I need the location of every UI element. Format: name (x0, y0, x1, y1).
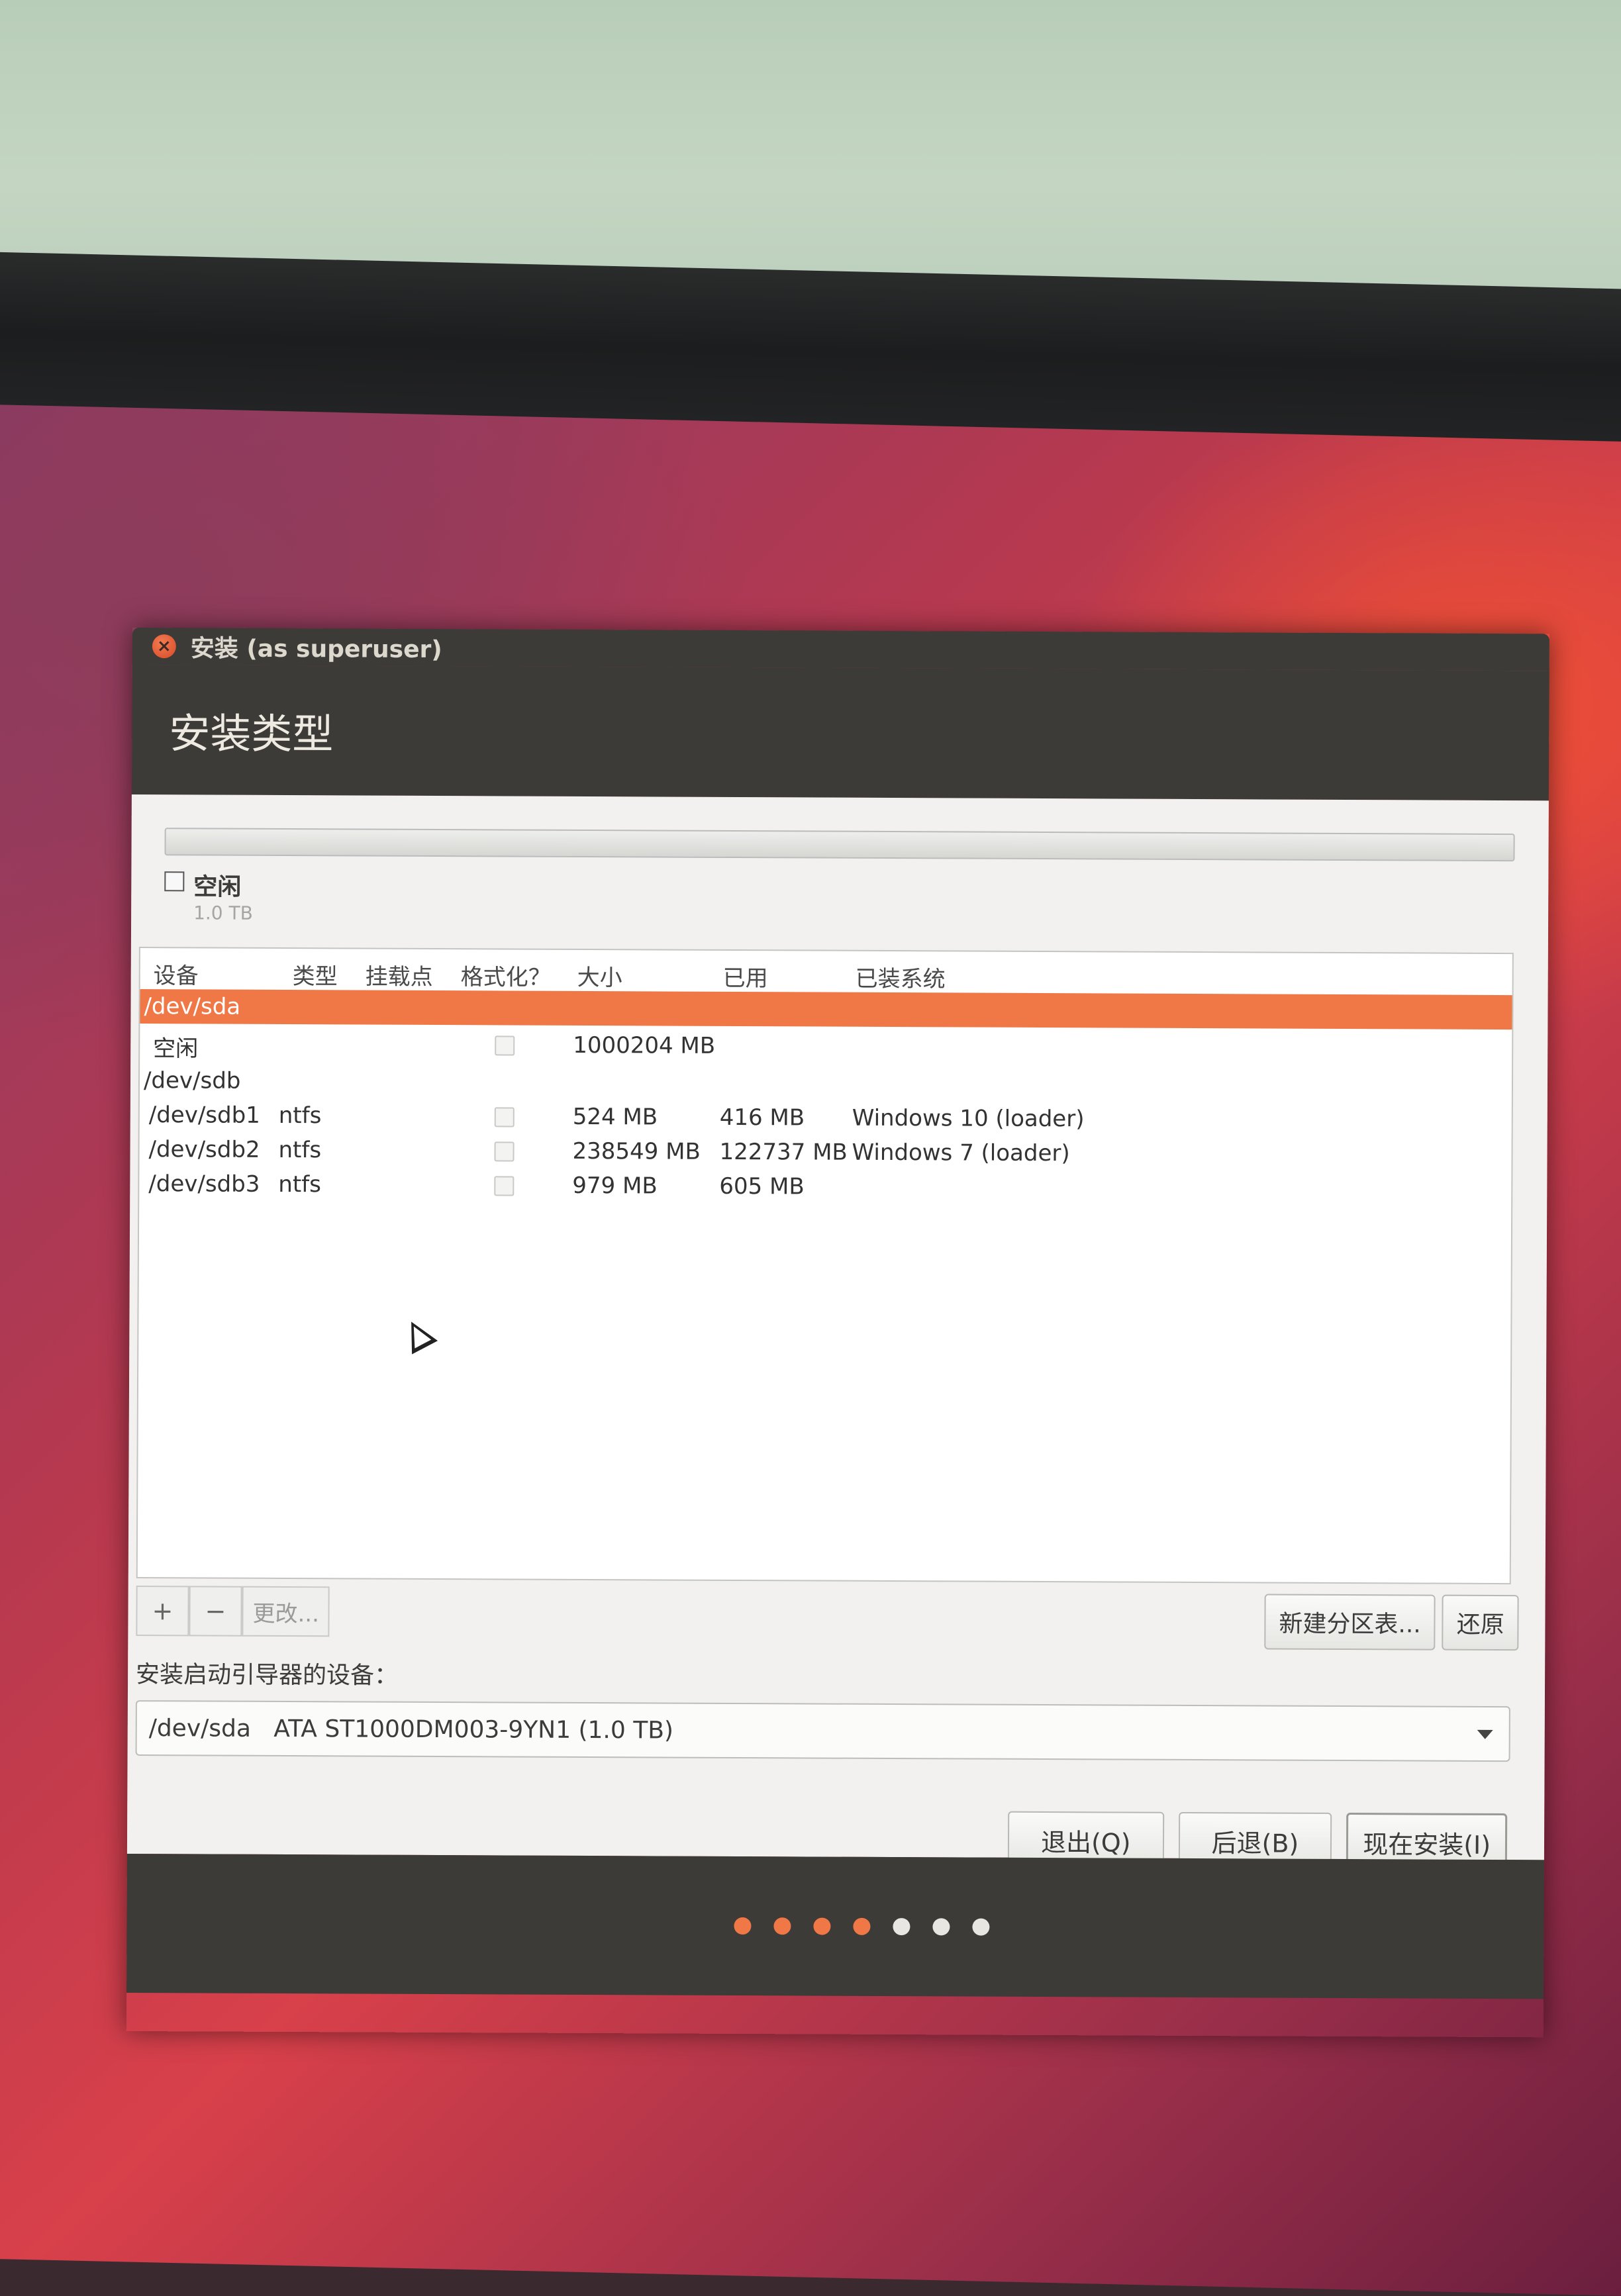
progress-dot-pending (893, 1918, 910, 1936)
column-header-size[interactable]: 大小 (577, 959, 622, 992)
column-header-device[interactable]: 设备 (154, 957, 199, 990)
chevron-down-icon (1477, 1729, 1493, 1739)
progress-dot-pending (932, 1918, 950, 1936)
column-header-system[interactable]: 已装系统 (856, 961, 946, 994)
cell-device: /dev/sdb2 (148, 1136, 260, 1163)
cell-type: ntfs (278, 1102, 322, 1129)
cell-size: 1000204 MB (573, 1031, 716, 1059)
installer-footer (126, 1853, 1544, 1999)
partition-bar (164, 828, 1515, 862)
cell-device: /dev/sdb1 (148, 1102, 260, 1129)
legend-swatch (164, 871, 185, 892)
table-row[interactable]: /dev/sdb (140, 1063, 1512, 1104)
cell-type: ntfs (278, 1171, 321, 1198)
cell-device: /dev/sdb (143, 1067, 241, 1094)
format-checkbox[interactable] (495, 1035, 515, 1056)
partition-table: 设备 类型 挂载点 格式化？ 大小 已用 已装系统 /dev/sda 空闲 1000… (136, 947, 1514, 1585)
legend-label: 空闲 (193, 873, 242, 901)
column-header-used[interactable]: 已用 (723, 960, 768, 992)
table-row[interactable]: /dev/sdb1 ntfs 524 MB 416 MB Windows 10 (loa… (140, 1098, 1512, 1138)
progress-dot-complete (773, 1917, 791, 1935)
cell-system: Windows 10 (loader) (852, 1104, 1085, 1133)
bootloader-device-select[interactable]: /dev/sda ATA ST1000DM003-9YN1 (1.0 TB) (135, 1700, 1510, 1762)
progress-dot-complete (813, 1917, 831, 1935)
table-row[interactable]: 空闲 1000204 MB (140, 1026, 1512, 1067)
page-title: 安装类型 (169, 709, 334, 759)
window-titlebar: × 安装 (as superuser) (132, 628, 1549, 671)
table-row[interactable]: /dev/sdb3 ntfs 979 MB 605 MB (139, 1167, 1511, 1207)
partition-table-actions: 新建分区表... 还原 (1264, 1594, 1520, 1651)
cell-type: ntfs (278, 1136, 322, 1164)
cell-system: Windows 7 (loader) (852, 1139, 1070, 1167)
main-content: 空闲 1.0 TB 设备 类型 挂载点 格式化？ 大小 已用 已装系统 /dev… (126, 794, 1549, 1872)
format-checkbox[interactable] (494, 1176, 515, 1196)
progress-dot-complete (853, 1917, 871, 1935)
table-row[interactable]: /dev/sdb2 ntfs 238549 MB 122737 MB Windows 7… (139, 1132, 1511, 1172)
format-checkbox[interactable] (494, 1107, 515, 1127)
column-header-type[interactable]: 类型 (293, 958, 338, 990)
progress-dot-complete (734, 1917, 752, 1935)
cell-size: 979 MB (572, 1172, 658, 1200)
add-partition-button[interactable]: + (136, 1586, 189, 1637)
column-header-mount[interactable]: 挂载点 (366, 959, 433, 991)
cell-used: 122737 MB (719, 1138, 848, 1166)
column-header-format[interactable]: 格式化？ (461, 959, 551, 992)
progress-dots (734, 1917, 990, 1936)
revert-button[interactable]: 还原 (1442, 1594, 1520, 1651)
bootloader-label: 安装启动引导器的设备： (136, 1661, 399, 1690)
partition-legend: 空闲 1.0 TB (164, 867, 429, 935)
cell-size: 238549 MB (572, 1137, 701, 1165)
page-header: 安装类型 (131, 664, 1549, 801)
cell-device: /dev/sda (144, 993, 241, 1020)
window-title: 安装 (as superuser) (190, 635, 442, 664)
cell-device: /dev/sdb3 (148, 1171, 260, 1198)
progress-dot-pending (972, 1918, 990, 1936)
cell-used: 605 MB (719, 1172, 805, 1200)
cell-used: 416 MB (719, 1104, 805, 1131)
remove-partition-button[interactable]: − (189, 1586, 242, 1637)
cell-device: 空闲 (153, 1035, 199, 1063)
close-icon[interactable]: × (152, 634, 176, 659)
partition-toolbar: + − 更改... (136, 1586, 330, 1637)
legend-size: 1.0 TB (193, 902, 253, 924)
table-row[interactable]: /dev/sda (140, 989, 1512, 1030)
change-partition-button[interactable]: 更改... (242, 1586, 330, 1637)
installer-window: × 安装 (as superuser) 安装类型 空闲 1.0 TB 设备 类型… (126, 628, 1549, 2037)
cell-size: 524 MB (572, 1103, 658, 1131)
new-partition-table-button[interactable]: 新建分区表... (1264, 1594, 1436, 1650)
mouse-cursor-icon (398, 1315, 438, 1355)
bootloader-device-value: /dev/sda ATA ST1000DM003-9YN1 (1.0 TB) (148, 1714, 674, 1745)
format-checkbox[interactable] (494, 1141, 515, 1162)
